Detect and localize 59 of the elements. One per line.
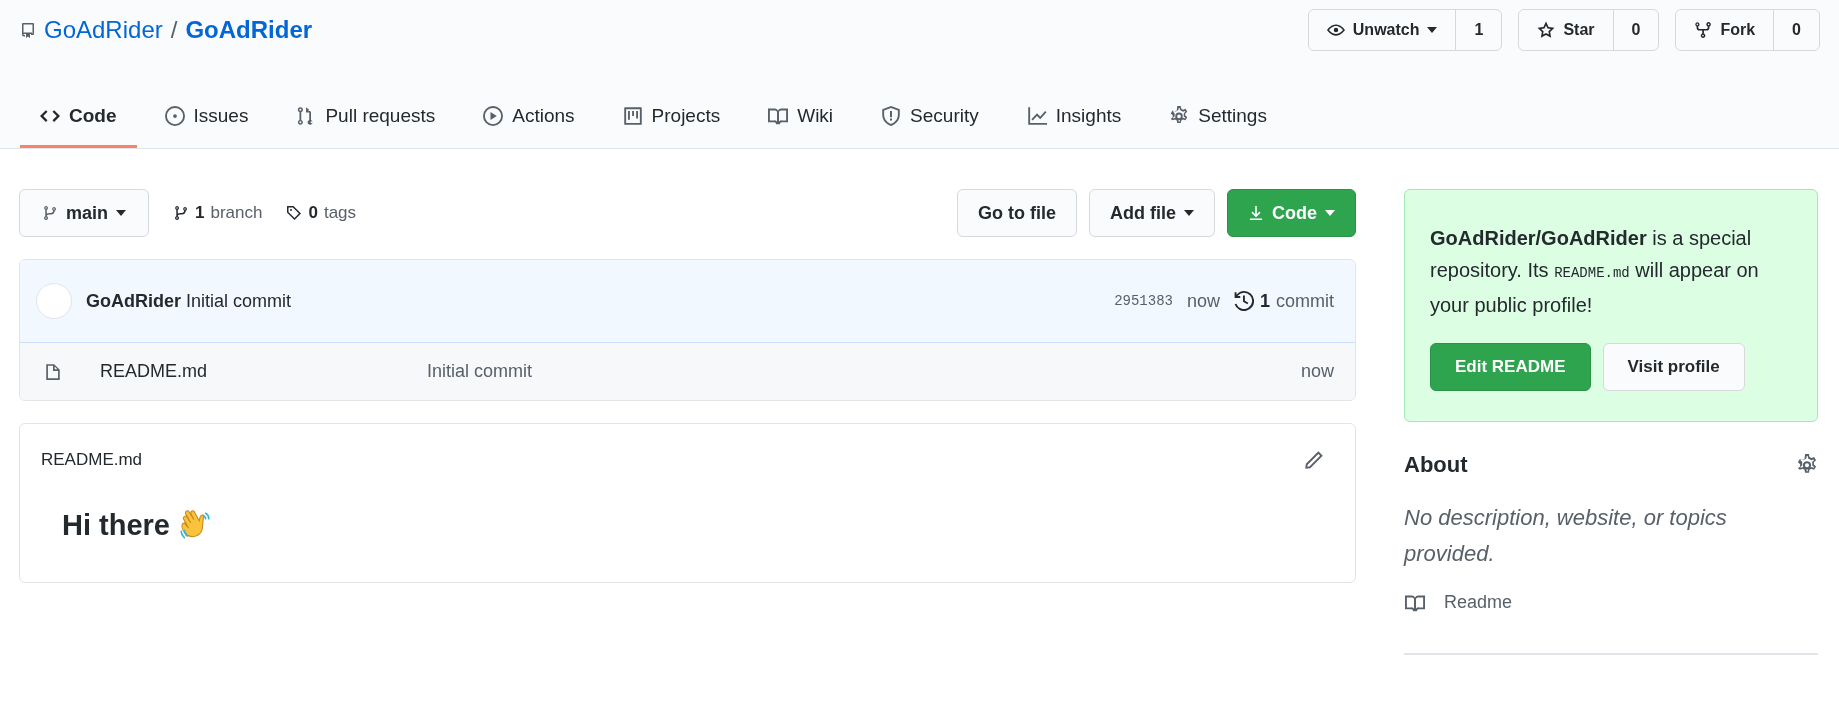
star-count[interactable]: 0 — [1612, 10, 1659, 50]
play-icon — [483, 105, 504, 126]
about-description: No description, website, or topics provided. — [1404, 504, 1728, 568]
fork-icon — [1694, 21, 1713, 39]
eye-icon — [1326, 21, 1345, 39]
commit-time: now — [1186, 290, 1220, 312]
book-icon — [768, 105, 789, 126]
branch-icon — [42, 205, 58, 221]
nav-tab[interactable]: Wiki — [748, 86, 854, 148]
nav-tab[interactable]: Settings — [1149, 86, 1287, 148]
readme-heading: Hi there — [62, 508, 170, 542]
nav-tab[interactable]: Actions — [463, 86, 595, 148]
nav-tab[interactable]: Issues — [144, 86, 269, 148]
avatar — [36, 283, 72, 319]
project-board-icon — [622, 105, 643, 126]
file-time: now — [1300, 361, 1334, 382]
nav-tab[interactable]: Pull requests — [276, 86, 456, 148]
visit-profile-button[interactable]: Visit profile — [1602, 343, 1745, 391]
owner-link[interactable]: GoAdRider — [44, 16, 163, 44]
file-commit-link[interactable]: Initial commit — [427, 361, 533, 381]
pencil-icon — [1304, 450, 1324, 470]
file-name-link[interactable]: README.md — [100, 361, 427, 382]
repository-icon — [20, 22, 36, 38]
go-to-file-button[interactable]: Go to file — [957, 189, 1077, 237]
star-icon — [1537, 21, 1556, 39]
book-icon — [1404, 592, 1426, 613]
add-file-button[interactable]: Add file — [1089, 189, 1215, 237]
nav-tab[interactable]: Code — [20, 86, 137, 148]
settings-icon — [1169, 105, 1190, 126]
tag-icon — [286, 205, 303, 221]
readme-link[interactable]: Readme — [1404, 592, 1818, 613]
history-icon — [1234, 291, 1254, 311]
watch-count[interactable]: 1 — [1455, 10, 1502, 50]
caret-icon — [1325, 210, 1335, 216]
branch-select-button[interactable]: main — [19, 189, 149, 237]
download-icon — [1248, 205, 1264, 221]
branch-icon — [173, 205, 189, 221]
readme-title: README.md — [41, 450, 143, 470]
commit-message: GoAdRider Initial commit — [86, 290, 292, 312]
about-heading: About — [1404, 452, 1468, 478]
branch-count-link[interactable]: 1 branch — [173, 203, 263, 223]
tag-count-link[interactable]: 0 tags — [286, 203, 357, 223]
caret-icon — [1184, 210, 1194, 216]
nav-tab[interactable]: Security — [861, 86, 999, 148]
nav-tab[interactable]: Projects — [602, 86, 741, 148]
path-separator: / — [170, 16, 178, 44]
caret-icon — [116, 210, 126, 216]
commit-sha-link[interactable]: 2951383 — [1114, 293, 1173, 309]
graph-icon — [1026, 105, 1047, 126]
waving-hand-icon — [178, 508, 212, 542]
edit-button[interactable] — [1302, 448, 1326, 472]
shield-icon — [881, 105, 902, 126]
settings-icon[interactable] — [1796, 454, 1818, 476]
file-icon — [44, 361, 62, 382]
fork-count[interactable]: 0 — [1773, 10, 1819, 50]
nav-tab[interactable]: Insights — [1006, 86, 1142, 148]
commit-history-link[interactable]: 1 commit — [1234, 290, 1334, 312]
notice-text: GoAdRider/GoAdRider is a special repository. Its README.md will appear on your public profile! — [1430, 226, 1760, 318]
repository-name-link[interactable]: GoAdRider — [185, 16, 313, 44]
